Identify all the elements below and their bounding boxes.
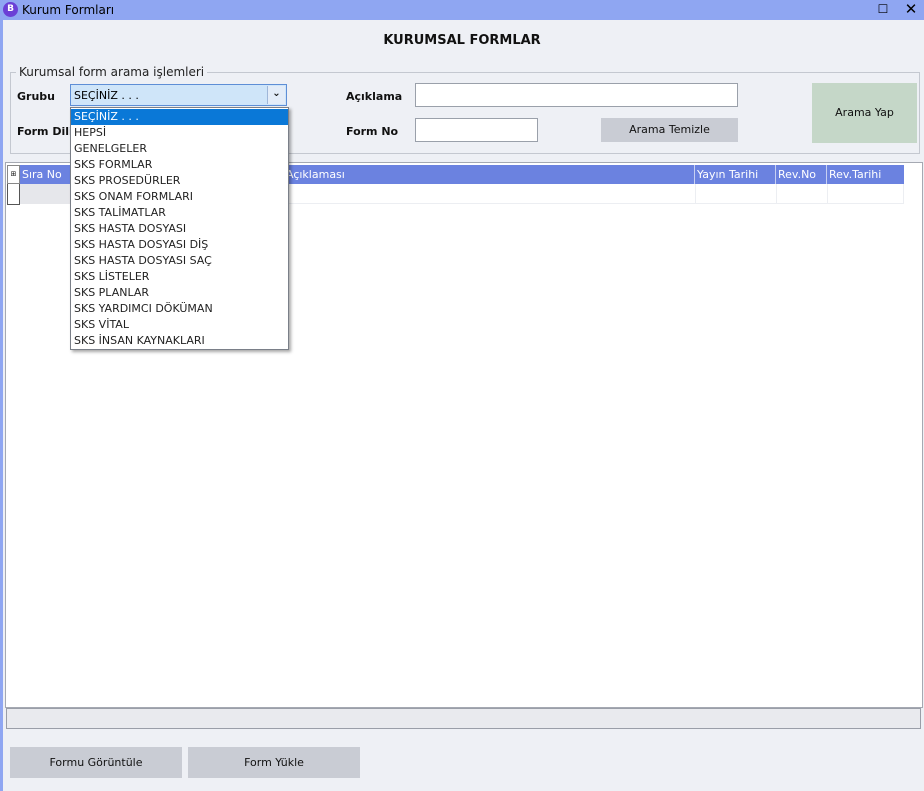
search-group-legend: Kurumsal form arama işlemleri	[16, 65, 208, 79]
column-divider	[776, 184, 777, 204]
column-divider	[827, 184, 828, 204]
page-title: KURUMSAL FORMLAR	[383, 33, 541, 48]
column-header-sira-no[interactable]: Sıra No	[20, 165, 72, 184]
column-header-rev-tarihi[interactable]: Rev.Tarihi	[827, 165, 904, 184]
dropdown-option[interactable]: SKS HASTA DOSYASI DİŞ	[71, 237, 288, 253]
form-no-input[interactable]	[415, 118, 538, 142]
dropdown-option[interactable]: SKS LİSTELER	[71, 269, 288, 285]
horizontal-scrollbar[interactable]	[6, 708, 921, 729]
grubu-label: Grubu	[17, 90, 55, 103]
grid-corner-icon[interactable]: ⊞	[7, 165, 20, 184]
dropdown-option[interactable]: SKS YARDIMCI DÖKÜMAN	[71, 301, 288, 317]
column-divider	[903, 184, 904, 204]
dropdown-option[interactable]: SKS PLANLAR	[71, 285, 288, 301]
window-titlebar: B Kurum Formları ☐ ✕	[0, 0, 924, 20]
dropdown-option[interactable]: SKS TALİMATLAR	[71, 205, 288, 221]
close-button[interactable]: ✕	[896, 0, 924, 18]
aciklama-label: Açıklama	[346, 90, 403, 103]
grubu-combobox[interactable]: SEÇİNİZ . . . ⌄	[70, 84, 287, 106]
dropdown-option[interactable]: SKS ONAM FORMLARI	[71, 189, 288, 205]
chevron-down-icon[interactable]: ⌄	[267, 86, 285, 104]
clear-search-button[interactable]: Arama Temizle	[601, 118, 738, 142]
dropdown-option[interactable]: SKS İNSAN KAYNAKLARI	[71, 333, 288, 349]
grubu-selected-value: SEÇİNİZ . . .	[74, 89, 139, 102]
dropdown-option[interactable]: SKS PROSEDÜRLER	[71, 173, 288, 189]
form-no-label: Form No	[346, 125, 399, 138]
dropdown-option[interactable]: SEÇİNİZ . . .	[71, 109, 288, 125]
dropdown-option[interactable]: SKS VİTAL	[71, 317, 288, 333]
search-button[interactable]: Arama Yap	[812, 83, 917, 143]
maximize-button[interactable]: ☐	[868, 0, 898, 18]
window-title: Kurum Formları	[22, 3, 115, 17]
upload-form-button[interactable]: Form Yükle	[188, 747, 360, 778]
aciklama-input[interactable]	[415, 83, 738, 107]
window-left-border	[0, 20, 3, 791]
row-indicator[interactable]	[7, 184, 20, 205]
form-dili-label: Form Dili	[17, 125, 73, 138]
grubu-dropdown-list[interactable]: SEÇİNİZ . . . HEPSİ GENELGELER SKS FORMLAR S…	[70, 107, 289, 350]
dropdown-option[interactable]: GENELGELER	[71, 141, 288, 157]
column-header-rev-no[interactable]: Rev.No	[776, 165, 827, 184]
column-divider	[695, 184, 696, 204]
app-icon: B	[3, 2, 18, 17]
table-row-cell-sira-no[interactable]	[20, 184, 72, 204]
dropdown-option[interactable]: SKS HASTA DOSYASI SAÇ	[71, 253, 288, 269]
dropdown-option[interactable]: SKS HASTA DOSYASI	[71, 221, 288, 237]
dropdown-option[interactable]: SKS FORMLAR	[71, 157, 288, 173]
view-form-button[interactable]: Formu Görüntüle	[10, 747, 182, 778]
column-header-yayin-tarihi[interactable]: Yayın Tarihi	[695, 165, 776, 184]
dropdown-option[interactable]: HEPSİ	[71, 125, 288, 141]
